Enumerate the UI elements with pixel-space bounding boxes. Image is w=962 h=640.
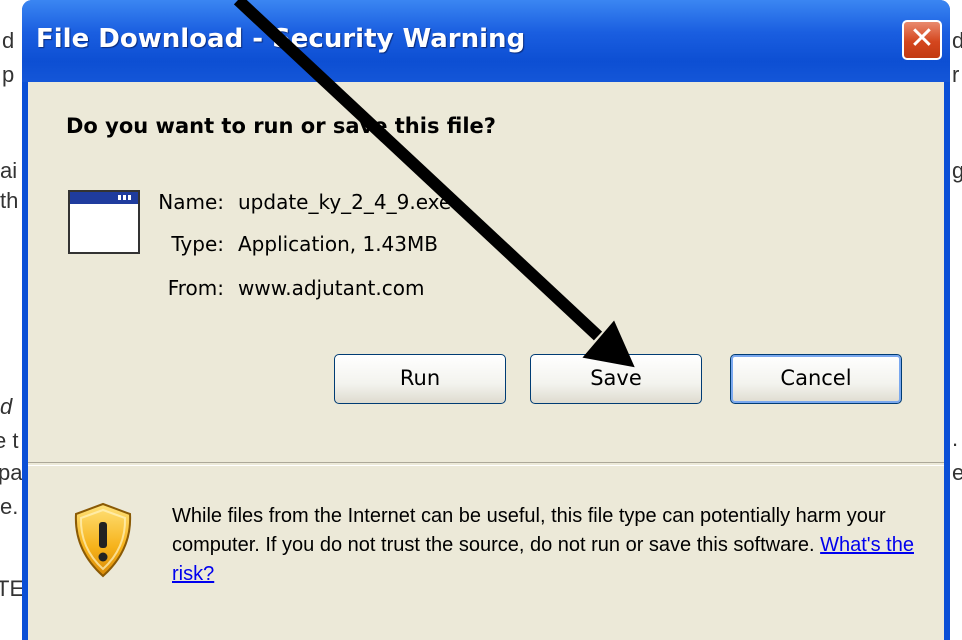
bg-text-fragment: g [952, 158, 962, 183]
bg-text-fragment: ai [0, 158, 18, 183]
bg-text-fragment: d [952, 28, 962, 53]
close-icon[interactable]: ✕ [902, 20, 942, 60]
dialog-titlebar[interactable]: File Download - Security Warning ✕ [22, 0, 950, 82]
bg-text-fragment: e. [0, 494, 19, 519]
file-name-row: Name: update_ky_2_4_9.exe [124, 190, 451, 214]
run-button[interactable]: Run [334, 354, 506, 404]
file-from-label: From: [167, 276, 224, 300]
bg-text-fragment: p [2, 62, 15, 87]
bg-text-fragment: TE [0, 576, 25, 601]
bg-text-fragment: d [2, 28, 15, 53]
bg-text-fragment: d [0, 394, 13, 419]
file-type-value: Application, 1.43MB [238, 232, 438, 256]
file-from-value: www.adjutant.com [238, 276, 425, 300]
dialog-question: Do you want to run or save this file? [66, 114, 496, 138]
file-name-label: Name: [158, 190, 224, 214]
dialog-body: Do you want to run or save this file? Na… [28, 82, 944, 640]
file-name-value: update_ky_2_4_9.exe [238, 190, 452, 214]
shield-warning-icon [74, 502, 132, 578]
bg-text-fragment: th [0, 188, 19, 213]
bg-text-fragment: e [952, 460, 962, 485]
warning-text: While files from the Internet can be use… [172, 505, 886, 556]
bg-text-fragment: pa [0, 460, 23, 485]
dialog-separator [28, 462, 944, 466]
warning-message: While files from the Internet can be use… [172, 502, 932, 589]
file-type-label: Type: [171, 232, 224, 256]
security-warning-dialog: File Download - Security Warning ✕ Do yo… [22, 0, 950, 640]
save-button[interactable]: Save [530, 354, 702, 404]
file-from-row: From: www.adjutant.com [124, 276, 425, 300]
bg-text-fragment: e t [0, 428, 19, 453]
dialog-title: File Download - Security Warning [36, 24, 526, 54]
bg-text-fragment: . [952, 426, 959, 451]
file-type-row: Type: Application, 1.43MB [124, 232, 438, 256]
cancel-button[interactable]: Cancel [730, 354, 902, 404]
bg-text-fragment: r [952, 62, 960, 87]
